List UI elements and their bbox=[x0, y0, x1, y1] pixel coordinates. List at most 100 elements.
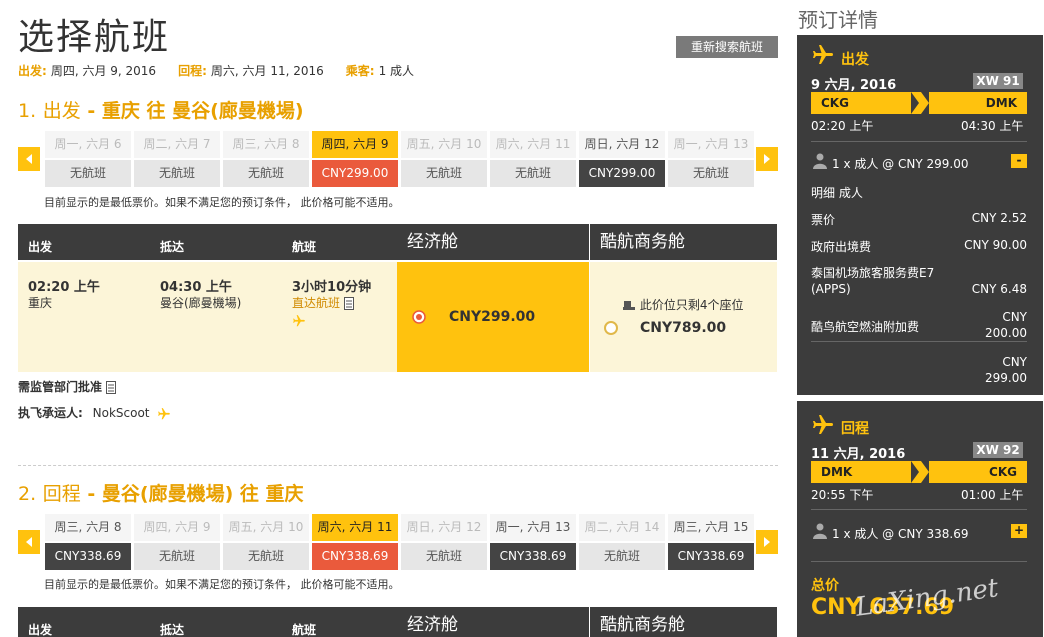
flight-table-header: 出发 抵达 航班 bbox=[18, 224, 397, 260]
outbound-route: CKG DMK bbox=[811, 92, 1027, 114]
inbound-date-carousel: 周三, 六月 8 CNY338.69 周四, 六月 9 无航班 周五, 六月 10 无… bbox=[18, 514, 778, 570]
date-option[interactable]: 周二, 六月 14 无航班 bbox=[579, 514, 665, 570]
divider bbox=[811, 561, 1027, 562]
plane-icon bbox=[292, 314, 306, 331]
departure-city: 重庆 bbox=[28, 296, 53, 310]
breakdown-title: 明细 成人 bbox=[811, 186, 863, 200]
date-option[interactable]: 周一, 六月 6 无航班 bbox=[45, 131, 131, 187]
date-option[interactable]: 周日, 六月 12 CNY299.00 bbox=[579, 131, 665, 187]
business-header: 酷航商务舱 bbox=[590, 224, 777, 260]
date-option[interactable]: 周三, 六月 8 CNY338.69 bbox=[45, 514, 131, 570]
departure-time: 02:20 上午 bbox=[28, 280, 100, 295]
inbound-date: 11 六月, 2016 bbox=[811, 447, 906, 462]
chevron-left-icon bbox=[26, 154, 32, 164]
summary-return: 回程: 周六, 六月 11, 2016 bbox=[178, 64, 324, 78]
inbound-section-title: 2. 回程 - 曼谷(廊曼機場) 往 重庆 bbox=[18, 483, 304, 505]
plane-icon bbox=[813, 45, 833, 64]
date-option[interactable]: 周五, 六月 10 无航班 bbox=[401, 131, 487, 187]
date-option[interactable]: 周六, 六月 11 无航班 bbox=[490, 131, 576, 187]
fee-amount: CNY 2.52 bbox=[971, 211, 1027, 225]
chevron-right-icon bbox=[764, 154, 770, 164]
date-option[interactable]: 周三, 六月 8 无航班 bbox=[223, 131, 309, 187]
flight-duration: 3小时10分钟 bbox=[292, 280, 372, 295]
next-dates-button[interactable] bbox=[756, 147, 778, 171]
search-again-button[interactable]: 重新搜索航班 bbox=[676, 36, 778, 58]
outbound-flight-number: XW 91 bbox=[973, 73, 1023, 89]
fee-name: 泰国机场旅客服务费E7 (APPS) bbox=[811, 266, 935, 296]
inbound-dep-time: 20:55 下午 bbox=[811, 488, 874, 502]
radio-selected-icon[interactable] bbox=[412, 310, 426, 324]
collapse-toggle[interactable]: - bbox=[1011, 154, 1027, 168]
economy-header: 经济舱 bbox=[397, 224, 589, 260]
date-option[interactable]: 周四, 六月 9 无航班 bbox=[134, 514, 220, 570]
date-option-selected[interactable]: 周四, 六月 9 CNY299.00 bbox=[312, 131, 398, 187]
divider bbox=[811, 141, 1027, 142]
summary-depart: 出发: 周四, 六月 9, 2016 bbox=[18, 64, 157, 78]
expand-toggle[interactable]: + bbox=[1011, 524, 1027, 538]
outbound-date: 9 六月, 2016 bbox=[811, 78, 897, 93]
fee-name: 政府出境费 bbox=[811, 240, 872, 254]
col-arrive: 抵达 bbox=[160, 240, 185, 254]
flight-type-link[interactable]: 直达航班 bbox=[292, 294, 354, 311]
col-arrive: 抵达 bbox=[160, 623, 185, 637]
col-depart: 出发 bbox=[28, 623, 53, 637]
next-dates-button[interactable] bbox=[756, 530, 778, 554]
person-icon bbox=[813, 153, 827, 169]
date-option[interactable]: 周三, 六月 15 CNY338.69 bbox=[668, 514, 754, 570]
inbound-route: DMK CKG bbox=[811, 461, 1027, 483]
radio-icon[interactable] bbox=[604, 321, 618, 335]
total-label: 总价 bbox=[811, 578, 839, 594]
date-option-selected[interactable]: 周六, 六月 11 CNY338.69 bbox=[312, 514, 398, 570]
plane-icon bbox=[813, 415, 833, 434]
trip-summary: 出发: 周四, 六月 9, 2016 回程: 周六, 六月 11, 2016 乘客:… bbox=[18, 62, 414, 79]
flight-table-header: 出发 抵达 航班 bbox=[18, 607, 397, 637]
route-arrow-icon bbox=[911, 92, 929, 114]
inbound-label: 回程 bbox=[841, 421, 869, 437]
date-option[interactable]: 周五, 六月 10 无航班 bbox=[223, 514, 309, 570]
fare-note: 目前显示的是最低票价。如果不满足您的预订条件， 此价格可能不适用。 bbox=[44, 578, 400, 591]
prev-dates-button[interactable] bbox=[18, 530, 40, 554]
plane-icon bbox=[158, 407, 171, 419]
document-icon bbox=[106, 381, 117, 394]
person-icon bbox=[813, 523, 827, 539]
section-divider bbox=[18, 465, 778, 466]
seat-icon bbox=[623, 300, 635, 310]
economy-fare-cell[interactable]: CNY299.00 bbox=[397, 262, 589, 372]
fare-note: 目前显示的是最低票价。如果不满足您的预订条件， 此价格可能不适用。 bbox=[44, 196, 400, 209]
fee-amount: CNY 200.00 bbox=[985, 310, 1027, 340]
approval-note: 需监管部门批准 bbox=[18, 378, 117, 395]
outbound-section-title: 1. 出发 - 重庆 往 曼谷(廊曼機場) bbox=[18, 100, 304, 122]
chevron-right-icon bbox=[764, 537, 770, 547]
prev-dates-button[interactable] bbox=[18, 147, 40, 171]
economy-header: 经济舱 bbox=[397, 607, 589, 637]
fee-amount: CNY 6.48 bbox=[971, 282, 1027, 296]
divider bbox=[811, 509, 1027, 510]
booking-summary-panel: 出发 9 六月, 2016 XW 91 CKG DMK 02:20 上午 04:… bbox=[797, 35, 1043, 637]
subtotal-amount: CNY 299.00 bbox=[985, 355, 1027, 385]
date-option[interactable]: 周日, 六月 12 无航班 bbox=[401, 514, 487, 570]
date-option[interactable]: 周一, 六月 13 无航班 bbox=[668, 131, 754, 187]
business-price: CNY789.00 bbox=[640, 320, 727, 336]
outbound-label: 出发 bbox=[841, 52, 869, 68]
inbound-pax-fare: 1 x 成人 @ CNY 338.69 bbox=[832, 527, 969, 541]
date-option[interactable]: 周二, 六月 7 无航班 bbox=[134, 131, 220, 187]
business-fare-cell[interactable]: 此价位只剩4个座位 CNY789.00 bbox=[590, 262, 777, 372]
operating-carrier: 执飞承运人: NokScoot bbox=[18, 404, 171, 421]
outbound-dep-time: 02:20 上午 bbox=[811, 119, 874, 133]
business-header: 酷航商务舱 bbox=[590, 607, 777, 637]
col-flight: 航班 bbox=[292, 623, 317, 637]
booking-details-title: 预订详情 bbox=[798, 8, 878, 32]
arrival-time: 04:30 上午 bbox=[160, 280, 232, 295]
date-option[interactable]: 周一, 六月 13 CNY338.69 bbox=[490, 514, 576, 570]
seats-left-note: 此价位只剩4个座位 bbox=[622, 296, 743, 313]
chevron-left-icon bbox=[26, 537, 32, 547]
fee-name: 酷鸟航空燃油附加费 bbox=[811, 320, 920, 334]
col-depart: 出发 bbox=[28, 240, 53, 254]
col-flight: 航班 bbox=[292, 240, 317, 254]
economy-price: CNY299.00 bbox=[449, 309, 536, 325]
inbound-arr-time: 01:00 上午 bbox=[961, 488, 1024, 502]
arrival-city: 曼谷(廊曼機場) bbox=[160, 296, 242, 310]
outbound-date-carousel: 周一, 六月 6 无航班 周二, 六月 7 无航班 周三, 六月 8 无航班 周四, … bbox=[18, 131, 778, 187]
divider bbox=[811, 341, 1027, 342]
outbound-arr-time: 04:30 上午 bbox=[961, 119, 1024, 133]
